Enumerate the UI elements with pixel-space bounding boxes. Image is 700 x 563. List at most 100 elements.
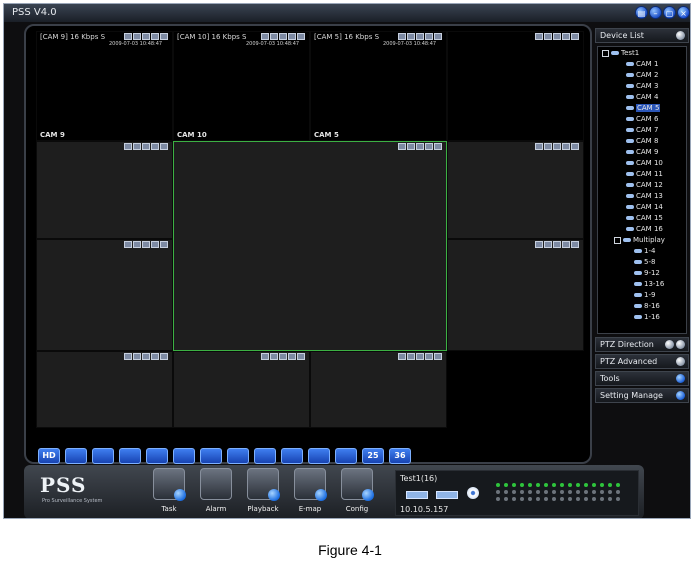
tree-item[interactable]: CAM 10 (626, 159, 663, 168)
tree-item[interactable]: CAM 2 (626, 71, 658, 80)
zoom-icon[interactable] (279, 353, 287, 360)
close-icon[interactable] (160, 353, 168, 360)
close-icon[interactable] (571, 33, 579, 40)
audio-icon[interactable] (151, 241, 159, 248)
tree-item[interactable]: 13-16 (634, 280, 664, 289)
layout-button[interactable] (281, 448, 303, 464)
minimize-icon[interactable]: – (649, 6, 662, 19)
tree-item[interactable]: CAM 12 (626, 181, 663, 190)
tree-item[interactable]: CAM 4 (626, 93, 658, 102)
panel-header[interactable]: PTZ Direction (595, 337, 689, 352)
close-icon[interactable] (160, 241, 168, 248)
audio-icon[interactable] (562, 241, 570, 248)
record-icon[interactable] (124, 353, 132, 360)
tree-group[interactable]: Test1 (602, 49, 639, 58)
tool-button[interactable]: Config (337, 468, 377, 518)
close-icon[interactable] (297, 353, 305, 360)
tree-item[interactable]: 1-4 (634, 247, 655, 256)
zoom-icon[interactable] (142, 241, 150, 248)
tree-item[interactable]: CAM 13 (626, 192, 663, 201)
tool-button[interactable]: Task (149, 468, 189, 518)
video-cell[interactable] (173, 351, 310, 428)
layout-button[interactable] (227, 448, 249, 464)
tree-item[interactable]: 9-12 (634, 269, 660, 278)
record-icon[interactable] (124, 241, 132, 248)
layout-button[interactable] (200, 448, 222, 464)
snapshot-icon[interactable] (544, 143, 552, 150)
tree-item[interactable]: CAM 9 (626, 148, 658, 157)
record-icon[interactable] (535, 33, 543, 40)
video-cell[interactable] (173, 141, 447, 351)
layout-button[interactable] (308, 448, 330, 464)
record-icon[interactable] (535, 241, 543, 248)
record-icon[interactable] (124, 33, 132, 40)
zoom-icon[interactable] (416, 353, 424, 360)
zoom-icon[interactable] (553, 33, 561, 40)
close-icon[interactable] (434, 33, 442, 40)
layout-button[interactable]: HD (38, 448, 60, 464)
video-cell[interactable] (36, 239, 173, 351)
tree-group[interactable]: Multiplay (614, 236, 665, 245)
audio-icon[interactable] (151, 143, 159, 150)
zoom-icon[interactable] (553, 241, 561, 248)
record-icon[interactable] (398, 33, 406, 40)
tree-item[interactable]: CAM 14 (626, 203, 663, 212)
panel-toggle-icon[interactable] (676, 391, 685, 400)
snapshot-icon[interactable] (133, 143, 141, 150)
audio-icon[interactable] (562, 33, 570, 40)
record-icon[interactable] (535, 143, 543, 150)
snapshot-icon[interactable] (270, 353, 278, 360)
zoom-icon[interactable] (142, 33, 150, 40)
collapse-icon[interactable] (676, 31, 685, 40)
panel-header[interactable]: Tools (595, 371, 689, 386)
record-icon[interactable] (398, 353, 406, 360)
tree-item[interactable]: 1-9 (634, 291, 655, 300)
tool-button[interactable]: E-map (290, 468, 330, 518)
tree-item[interactable]: CAM 5 (626, 104, 661, 113)
layout-button[interactable] (335, 448, 357, 464)
close-icon[interactable] (160, 33, 168, 40)
close-icon[interactable] (571, 241, 579, 248)
tree-item[interactable]: 8-16 (634, 302, 660, 311)
audio-icon[interactable] (562, 143, 570, 150)
tree-item[interactable]: CAM 15 (626, 214, 663, 223)
video-cell[interactable] (447, 239, 584, 351)
layout-button[interactable] (146, 448, 168, 464)
tool-button[interactable]: Playback (243, 468, 283, 518)
layout-button[interactable]: 36 (389, 448, 411, 464)
audio-icon[interactable] (288, 33, 296, 40)
snapshot-icon[interactable] (133, 33, 141, 40)
zoom-icon[interactable] (416, 33, 424, 40)
record-icon[interactable] (398, 143, 406, 150)
panel-option-icon[interactable] (665, 340, 674, 349)
zoom-icon[interactable] (553, 143, 561, 150)
snapshot-icon[interactable] (407, 143, 415, 150)
layout-button[interactable] (254, 448, 276, 464)
layout-button[interactable] (65, 448, 87, 464)
close-icon[interactable] (571, 143, 579, 150)
audio-icon[interactable] (151, 353, 159, 360)
expand-icon[interactable] (614, 236, 621, 244)
audio-icon[interactable] (425, 33, 433, 40)
restore-icon[interactable]: ▢ (663, 6, 676, 19)
expand-icon[interactable] (602, 49, 609, 57)
layout-button[interactable]: 25 (362, 448, 384, 464)
snapshot-icon[interactable] (407, 33, 415, 40)
snapshot-icon[interactable] (133, 353, 141, 360)
tree-item[interactable]: CAM 6 (626, 115, 658, 124)
close-icon[interactable] (160, 143, 168, 150)
zoom-icon[interactable] (416, 143, 424, 150)
tree-item[interactable]: 1-16 (634, 313, 660, 322)
video-cell[interactable]: [CAM 9] 16 Kbps S 2009-07-03 10:48:47 CAM … (36, 31, 173, 141)
snapshot-icon[interactable] (133, 241, 141, 248)
tree-item[interactable]: CAM 1 (626, 60, 658, 69)
tree-item[interactable]: CAM 3 (626, 82, 658, 91)
video-cell[interactable] (447, 141, 584, 239)
close-icon[interactable] (297, 33, 305, 40)
panel-toggle-icon[interactable] (676, 340, 685, 349)
snapshot-icon[interactable] (407, 353, 415, 360)
video-cell[interactable] (447, 31, 584, 141)
panel-header[interactable]: Setting Manage (595, 388, 689, 403)
tree-item[interactable]: CAM 11 (626, 170, 663, 179)
menu-icon[interactable]: ▤ (635, 6, 648, 19)
